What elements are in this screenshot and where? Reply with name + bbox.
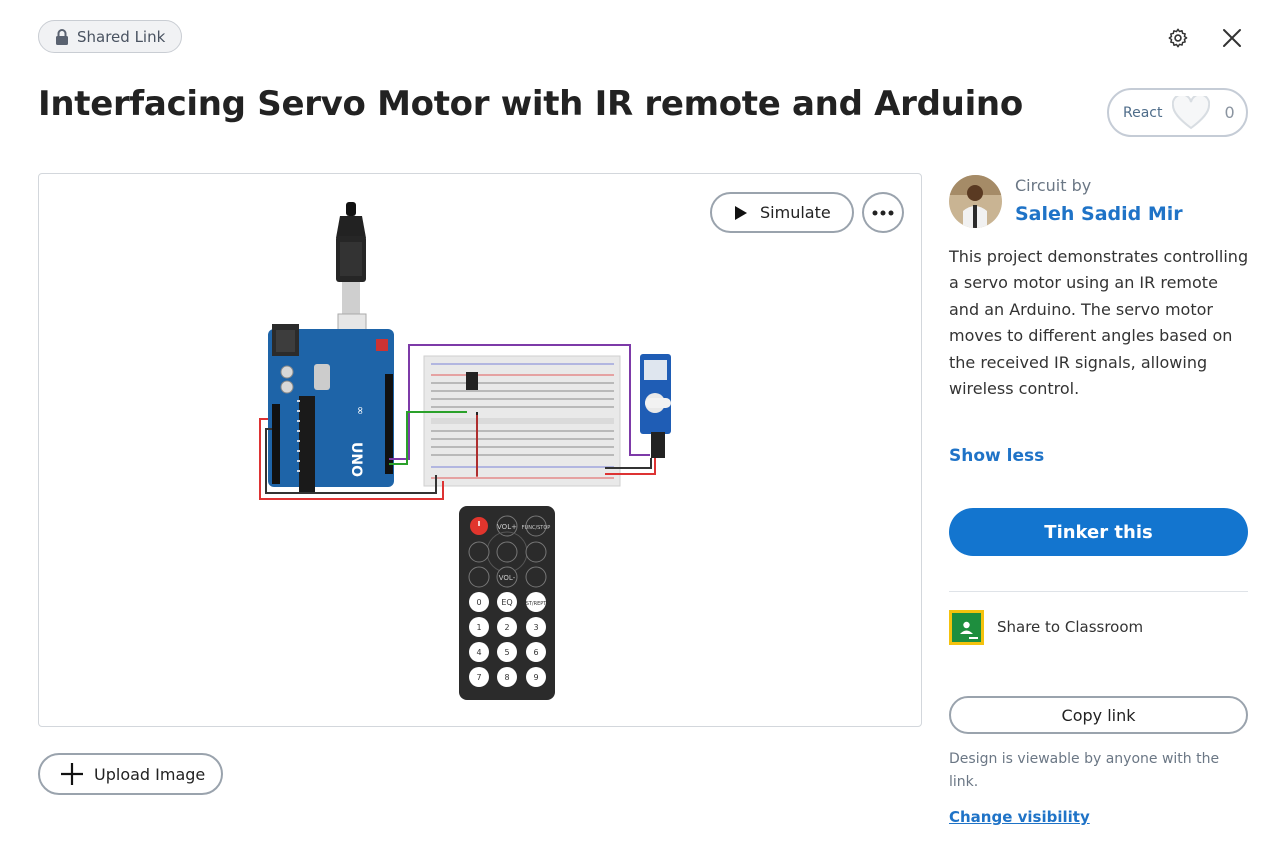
svg-text:6: 6 (533, 648, 538, 657)
react-count: 0 (1224, 103, 1235, 122)
more-options-button[interactable] (862, 192, 904, 233)
upload-image-label: Upload Image (94, 764, 206, 784)
circuit-diagram: UNO ∞ VOL+ FUNC/STOP VOL- 0 EQ ST/REPT 1… (259, 202, 671, 700)
play-icon (735, 205, 747, 220)
lock-icon (56, 28, 68, 45)
svg-text:4: 4 (476, 648, 481, 657)
circuit-viewer[interactable]: UNO ∞ VOL+ FUNC/STOP VOL- 0 EQ ST/REPT 1… (38, 173, 922, 727)
servo-motor (640, 354, 671, 458)
visibility-note: Design is viewable by anyone with the li… (949, 751, 1220, 790)
close-button[interactable] (1219, 25, 1244, 50)
svg-text:ST/REPT: ST/REPT (526, 601, 548, 607)
more-horizontal-icon (872, 210, 894, 215)
svg-text:VOL+: VOL+ (497, 523, 517, 531)
divider (949, 591, 1248, 592)
copy-link-button[interactable]: Copy link (949, 696, 1248, 734)
author-avatar[interactable] (949, 175, 1002, 228)
shared-link-badge[interactable]: Shared Link (38, 20, 182, 53)
svg-text:0: 0 (476, 598, 481, 607)
svg-text:2: 2 (504, 623, 509, 632)
plus-icon (61, 763, 83, 785)
show-less-link[interactable]: Show less (949, 446, 1044, 466)
simulate-button[interactable]: Simulate (710, 192, 854, 233)
project-description: This project demonstrates controlling a … (949, 247, 1249, 399)
svg-text:EQ: EQ (501, 598, 512, 607)
page-title: Interfacing Servo Motor with IR remote a… (38, 84, 1023, 124)
gear-icon (1168, 28, 1187, 47)
upload-image-button[interactable]: Upload Image (38, 753, 223, 795)
circuit-byline: Circuit by (1015, 176, 1092, 195)
author-link[interactable]: Saleh Sadid Mir (1015, 203, 1183, 225)
arduino-uno-label: UNO (348, 442, 364, 477)
breadboard (423, 355, 621, 487)
change-visibility-link[interactable]: Change visibility (949, 808, 1090, 826)
react-label: React (1123, 104, 1163, 121)
svg-text:FUNC/STOP: FUNC/STOP (522, 525, 551, 531)
svg-text:7: 7 (476, 673, 481, 682)
heart-icon (1172, 95, 1211, 129)
svg-text:5: 5 (504, 648, 509, 657)
svg-text:VOL-: VOL- (499, 574, 516, 582)
tinker-this-button[interactable]: Tinker this (949, 508, 1248, 556)
google-classroom-icon[interactable] (949, 610, 984, 645)
svg-text:1: 1 (476, 623, 481, 632)
share-to-classroom-link[interactable]: Share to Classroom (997, 618, 1143, 636)
svg-text:∞: ∞ (354, 406, 367, 415)
arduino-board: UNO ∞ (268, 324, 394, 492)
shared-link-label: Shared Link (77, 27, 166, 46)
ir-remote: VOL+ FUNC/STOP VOL- 0 EQ ST/REPT 1 2 3 4… (459, 506, 555, 700)
settings-button[interactable] (1165, 25, 1190, 50)
simulate-label: Simulate (760, 203, 831, 222)
svg-text:9: 9 (533, 673, 538, 682)
react-button[interactable]: React 0 (1107, 88, 1248, 137)
svg-text:8: 8 (504, 673, 509, 682)
close-icon (1222, 28, 1241, 47)
svg-text:3: 3 (533, 623, 538, 632)
